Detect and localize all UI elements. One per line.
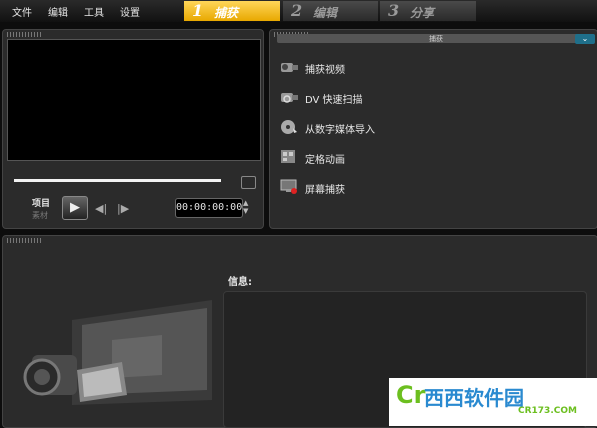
capture-item-label: 定格动画 [305,155,345,166]
menu-tools[interactable]: 工具 [84,4,104,19]
scrubber-track[interactable] [14,179,221,182]
capture-header-label: 捕获 [429,35,443,43]
capture-item-label: 捕获视频 [305,65,345,76]
step-tab-share[interactable]: 3 分享 [380,1,476,21]
step-tab-capture[interactable]: 1 捕获 [184,1,280,21]
collapse-icon[interactable]: ⌄ [575,34,595,44]
capture-item-label: 从数字媒体导入 [305,125,375,136]
step-label: 捕获 [214,6,239,20]
devices-illustration [23,300,212,405]
stop-motion-icon [281,150,295,163]
step-number: 3 [388,1,400,20]
menu-edit[interactable]: 编辑 [48,4,68,19]
stop-motion-item[interactable]: 定格动画 [279,148,479,168]
step-number: 2 [291,1,303,20]
watermark-site: CR173.COM [518,406,577,416]
project-mode-label[interactable]: 项目 [32,196,50,209]
import-digital-media-item[interactable]: 从数字媒体导入 [279,118,479,138]
screen-capture-item[interactable]: 屏幕捕获 [279,178,479,198]
capture-item-label: DV 快速扫描 [305,95,363,106]
step-tab-edit[interactable]: 2 编辑 [283,1,378,21]
watermark-logo: Cr [396,381,426,409]
disc-import-icon [281,120,297,134]
dv-quick-scan-item[interactable]: DV 快速扫描 [279,88,479,108]
timecode-field[interactable]: 00:00:00:00 [175,198,243,218]
capture-panel-header: 捕获 [277,34,595,43]
clip-mode-label[interactable]: 素材 [32,210,48,221]
fullscreen-icon[interactable] [241,176,256,189]
step-label: 编辑 [313,6,338,20]
step-label: 分享 [410,6,435,20]
timecode-spinner[interactable]: ▲ ▼ [243,199,248,215]
panel-grip[interactable] [7,238,43,243]
play-button[interactable]: ▶ [62,196,88,220]
panel-grip[interactable] [7,32,43,37]
step-number: 1 [192,1,204,20]
screen-capture-icon [280,179,297,194]
prev-frame-icon[interactable]: ◀| [95,202,107,215]
capture-item-label: 屏幕捕获 [305,185,345,196]
menu-file[interactable]: 文件 [12,4,32,19]
preview-window [7,39,261,161]
dv-scan-icon [281,93,298,103]
capture-video-item[interactable]: 捕获视频 [279,58,479,78]
info-label: 信息: [228,277,252,288]
watermark-name: 西西软件园 [424,386,524,410]
next-frame-icon[interactable]: |▶ [117,202,129,215]
menu-settings[interactable]: 设置 [120,4,140,19]
camcorder-icon [281,63,298,72]
